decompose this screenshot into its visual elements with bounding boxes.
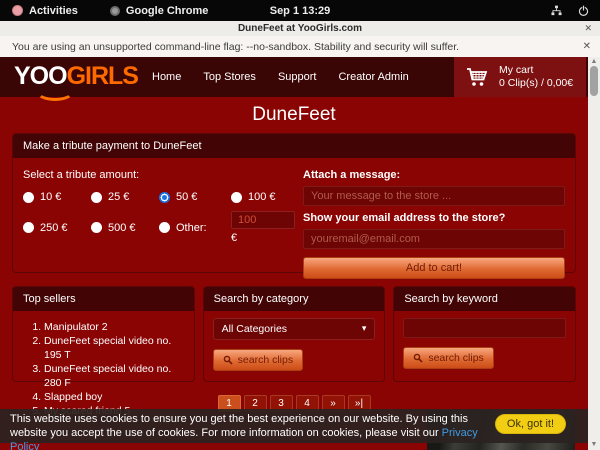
search-keyword-header: Search by keyword <box>394 287 575 311</box>
radio-icon[interactable] <box>23 192 34 203</box>
warning-close-button[interactable]: ✕ <box>583 41 591 52</box>
radio-icon[interactable] <box>23 222 34 233</box>
cart-icon <box>464 65 490 89</box>
radio-icon[interactable] <box>159 222 170 233</box>
main-nav: Home Top Stores Support Creator Admin <box>152 57 409 97</box>
currency-suffix: € <box>231 232 295 244</box>
search-clips-category-button[interactable]: search clips <box>213 349 303 371</box>
gnome-top-bar: Activities Google Chrome Sep 1 13:29 <box>0 0 600 21</box>
cart-label: My cart <box>499 64 573 77</box>
search-keyword-panel: Search by keyword search clips <box>393 286 576 382</box>
nav-item-top-stores[interactable]: Top Stores <box>203 71 256 83</box>
nav-item-creator-admin[interactable]: Creator Admin <box>338 71 408 83</box>
nav-item-support[interactable]: Support <box>278 71 317 83</box>
window-title-bar: DuneFeet at YooGirls.com ✕ <box>0 21 600 37</box>
nav-item-home[interactable]: Home <box>152 71 181 83</box>
amount-options: 10 € 25 € 50 € <box>23 191 295 244</box>
activities-label: Activities <box>29 5 78 17</box>
activities-icon <box>12 5 23 16</box>
message-label: Attach a message: <box>303 169 565 181</box>
clock[interactable]: Sep 1 13:29 <box>270 5 331 17</box>
page-title: DuneFeet <box>0 104 588 126</box>
cookie-consent-bar: This website uses cookies to ensure you … <box>0 409 588 443</box>
top-seller-item[interactable]: DuneFeet special video no. 195 T <box>44 334 185 362</box>
amount-option-10[interactable]: 10 € <box>23 191 91 203</box>
email-input[interactable] <box>303 229 565 249</box>
browser-viewport: YOOGIRLS Home Top Stores Support Creator… <box>0 57 600 450</box>
page-scrollbar[interactable]: ▲ ▼ <box>588 57 600 450</box>
app-menu-label: Google Chrome <box>126 5 209 17</box>
warning-text: You are using an unsupported command-lin… <box>12 41 459 53</box>
tribute-panel-header: Make a tribute payment to DuneFeet <box>13 134 575 158</box>
amount-option-25[interactable]: 25 € <box>91 191 159 203</box>
amount-option-500[interactable]: 500 € <box>91 211 159 244</box>
my-cart-button[interactable]: My cart 0 Clip(s) / 0,00€ <box>454 57 586 97</box>
email-label: Show your email address to the store? <box>303 212 565 224</box>
radio-checked-icon[interactable] <box>159 192 170 203</box>
page-content: DuneFeet Make a tribute payment to DuneF… <box>0 97 588 450</box>
scroll-down-icon[interactable]: ▼ <box>588 440 600 450</box>
window-close-button[interactable]: ✕ <box>584 23 592 34</box>
activities-button[interactable]: Activities <box>12 5 78 17</box>
chevron-down-icon: ▾ <box>362 323 367 334</box>
radio-icon[interactable] <box>231 192 242 203</box>
search-clips-keyword-button[interactable]: search clips <box>403 347 493 369</box>
amount-option-50-selected[interactable]: 50 € <box>159 191 231 203</box>
top-sellers-panel: Top sellers Manipulator 2 DuneFeet speci… <box>12 286 195 382</box>
chrome-icon <box>110 6 120 16</box>
network-icon[interactable] <box>550 4 563 17</box>
search-category-header: Search by category <box>204 287 385 311</box>
radio-icon[interactable] <box>91 222 102 233</box>
logo-text-girls: GIRLS <box>67 62 138 90</box>
desktop: Activities Google Chrome Sep 1 13:29 <box>0 0 600 450</box>
top-seller-item[interactable]: Manipulator 2 <box>44 320 185 334</box>
amount-option-250[interactable]: 250 € <box>23 211 91 244</box>
tribute-panel: Make a tribute payment to DuneFeet Selec… <box>12 133 576 273</box>
scrollbar-thumb[interactable] <box>590 66 598 96</box>
amount-option-100[interactable]: 100 € <box>231 191 295 203</box>
search-icon <box>413 353 423 363</box>
top-seller-item[interactable]: Slapped boy <box>44 390 185 404</box>
app-menu-google-chrome[interactable]: Google Chrome <box>110 5 209 17</box>
window-title: DuneFeet at YooGirls.com <box>238 23 362 34</box>
power-icon[interactable] <box>577 4 590 17</box>
site-header: YOOGIRLS Home Top Stores Support Creator… <box>0 57 600 97</box>
other-amount-input[interactable] <box>231 211 295 229</box>
search-category-panel: Search by category All Categories ▾ sear… <box>203 286 386 382</box>
category-select[interactable]: All Categories ▾ <box>213 318 376 340</box>
search-icon <box>223 355 233 365</box>
cart-summary: 0 Clip(s) / 0,00€ <box>499 77 573 90</box>
top-seller-item[interactable]: DuneFeet special video no. 280 F <box>44 362 185 390</box>
keyword-input[interactable] <box>403 318 566 338</box>
cookie-message: This website uses cookies to ensure you … <box>10 413 468 439</box>
message-input[interactable] <box>303 186 565 206</box>
site-logo[interactable]: YOOGIRLS <box>14 61 138 91</box>
cookie-ok-button[interactable]: Ok, got it! <box>495 414 566 434</box>
radio-icon[interactable] <box>91 192 102 203</box>
top-sellers-header: Top sellers <box>13 287 194 311</box>
amount-option-other[interactable]: Other: <box>159 211 231 244</box>
chrome-warning-bar: You are using an unsupported command-lin… <box>0 36 600 58</box>
amount-label: Select a tribute amount: <box>23 169 295 181</box>
add-to-cart-button[interactable]: Add to cart! <box>303 257 565 279</box>
category-selected-option: All Categories <box>222 323 287 335</box>
top-sellers-list: Manipulator 2 DuneFeet special video no.… <box>22 320 185 418</box>
